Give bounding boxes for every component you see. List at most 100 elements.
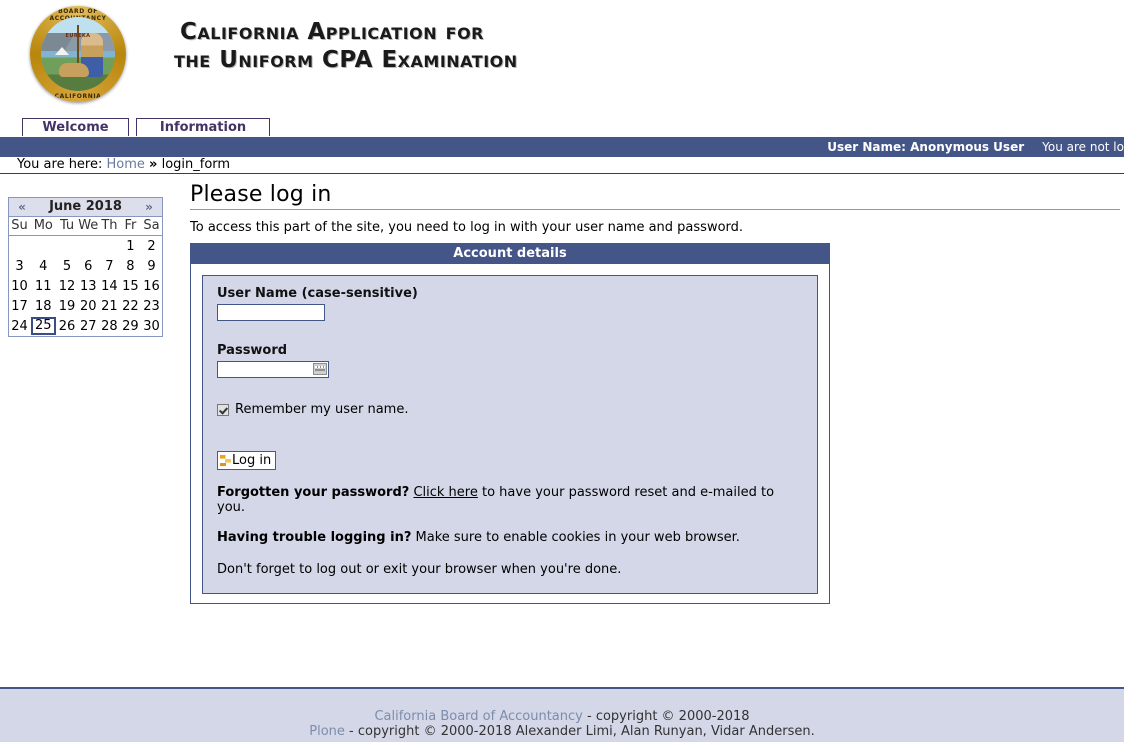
calendar-day-number: 19 (58, 298, 76, 314)
calendar-day-cell[interactable]: 26 (57, 316, 78, 336)
calendar-prev-month-button[interactable]: « (13, 198, 31, 216)
calendar-day-number: 2 (147, 238, 156, 254)
forgot-password-bold: Forgotten your password? (217, 485, 410, 500)
calendar-weekday: We (77, 217, 99, 236)
plone-login-icon (220, 455, 231, 466)
calendar-day-cell[interactable]: 20 (78, 296, 99, 316)
username-input[interactable] (217, 304, 325, 321)
calendar-day-number: 13 (79, 278, 97, 294)
calendar-day-cell[interactable]: 29 (120, 316, 141, 336)
breadcrumb-current: login_form (161, 157, 231, 172)
footer-link-plone[interactable]: Plone (309, 724, 345, 739)
footer-copyright-1: - copyright © 2000-2018 (587, 709, 750, 724)
calendar-day-cell[interactable]: 24 (9, 316, 30, 336)
login-submit-label: Log in (232, 453, 272, 468)
calendar-day-number: 25 (31, 317, 56, 335)
personal-tools-bar: User Name: Anonymous User You are not lo (0, 137, 1124, 157)
calendar-week-row: 10 11 12 13 14 15 16 (9, 276, 162, 296)
calendar-day-cell[interactable]: 17 (9, 296, 30, 316)
calendar-day-number: 23 (143, 298, 160, 314)
calendar-weekday: Tu (56, 217, 78, 236)
calendar-day-cell[interactable]: 2 (141, 236, 162, 257)
calendar-day-cell[interactable]: 6 (78, 256, 99, 276)
login-submit-button[interactable]: Log in (217, 451, 277, 470)
calendar-day-number: 16 (143, 278, 160, 294)
calendar-day-number: 14 (101, 278, 118, 294)
calendar-day-number: 22 (122, 298, 139, 314)
calendar-day-number: 21 (101, 298, 118, 314)
calendar-day-cell[interactable]: 16 (141, 276, 162, 296)
calendar-day-cell[interactable]: 23 (141, 296, 162, 316)
forgot-password-text: Forgotten your password? Click here to h… (217, 485, 803, 515)
calendar-day-number: 6 (84, 258, 93, 274)
calendar-day-cell[interactable]: 30 (141, 316, 162, 336)
calendar-day-number: 11 (35, 278, 52, 294)
calendar-day-cell[interactable]: 8 (120, 256, 141, 276)
login-fieldset: User Name (case-sensitive) Password Reme… (202, 275, 818, 594)
remember-username-row[interactable]: Remember my user name. (217, 402, 803, 417)
calendar-week-row: 12 (9, 236, 162, 257)
calendar-day-cell[interactable]: 9 (141, 256, 162, 276)
calendar-empty-cell (30, 236, 57, 257)
calendar-weekday: Su (9, 217, 30, 236)
calendar-day-cell[interactable]: 13 (78, 276, 99, 296)
password-label: Password (217, 343, 288, 358)
keyboard-icon[interactable] (313, 363, 327, 375)
breadcrumb: You are here: Home » login_form (0, 157, 1124, 174)
calendar-weekday: Mo (30, 217, 57, 236)
calendar-day-number: 18 (35, 298, 52, 314)
calendar-day-cell[interactable]: 14 (99, 276, 120, 296)
calendar-week-row: 17 18 19 20 21 22 23 (9, 296, 162, 316)
login-status-text: You are not lo (1042, 140, 1124, 154)
calendar-weekday: Fr (119, 217, 141, 236)
calendar-empty-cell (9, 236, 30, 257)
calendar-day-cell[interactable]: 1 (120, 236, 141, 257)
calendar-month-year-label: June 2018 (49, 199, 122, 214)
calendar-day-cell[interactable]: 12 (57, 276, 78, 296)
seal-inner-scene: EUREKA (41, 17, 115, 91)
calendar-day-number: 12 (58, 278, 76, 294)
calendar-day-number: 30 (143, 318, 160, 334)
calendar-day-cell[interactable]: 3 (9, 256, 30, 276)
calendar-day-cell[interactable]: 25 (30, 316, 57, 336)
calendar-day-cell[interactable]: 18 (30, 296, 57, 316)
login-panel-title: Account details (191, 244, 829, 264)
calendar-day-cell[interactable]: 28 (99, 316, 120, 336)
login-panel: Account details User Name (case-sensitiv… (190, 243, 830, 604)
calendar-day-cell[interactable]: 4 (30, 256, 57, 276)
calendar-day-number: 9 (147, 258, 156, 274)
trouble-bold: Having trouble logging in? (217, 530, 412, 545)
tab-welcome[interactable]: Welcome (22, 118, 129, 136)
calendar-weekday: Sa (140, 217, 162, 236)
calendar-day-cell[interactable]: 15 (120, 276, 141, 296)
footer-link-cba[interactable]: California Board of Accountancy (374, 709, 582, 724)
breadcrumb-link-home[interactable]: Home (107, 157, 145, 172)
calendar-portlet: « June 2018 » Su Mo Tu We Th Fr Sa 12345… (8, 197, 163, 337)
calendar-day-cell[interactable]: 27 (78, 316, 99, 336)
calendar-day-cell[interactable]: 11 (30, 276, 57, 296)
calendar-day-cell[interactable]: 21 (99, 296, 120, 316)
global-navigation: Welcome Information (0, 118, 1124, 136)
calendar-next-month-button[interactable]: » (140, 198, 158, 216)
breadcrumb-prefix: You are here: (17, 157, 103, 172)
calendar-day-cell[interactable]: 7 (99, 256, 120, 276)
forgot-password-link[interactable]: Click here (413, 485, 477, 500)
calendar-day-cell[interactable]: 5 (57, 256, 78, 276)
calendar-day-cell[interactable]: 10 (9, 276, 30, 296)
remember-username-checkbox[interactable] (217, 403, 229, 416)
calendar-week-row: 24 25 26 27 28 29 30 (9, 316, 162, 336)
calendar-day-cell[interactable]: 19 (57, 296, 78, 316)
calendar-day-number: 7 (105, 258, 114, 274)
calendar-week-row: 3456789 (9, 256, 162, 276)
footer-line-1: California Board of Accountancy - copyri… (0, 709, 1124, 724)
cba-seal-logo[interactable]: BOARD OF ACCOUNTANCY CALIFORNIA EUREKA (30, 6, 126, 102)
calendar-day-number: 5 (62, 258, 72, 274)
calendar-day-number: 1 (126, 238, 135, 254)
calendar-day-cell[interactable]: 22 (120, 296, 141, 316)
calendar-day-number: 27 (79, 318, 97, 334)
calendar-day-number: 20 (79, 298, 97, 314)
calendar-day-number: 28 (101, 318, 118, 334)
footer-line-2: Plone - copyright © 2000-2018 Alexander … (0, 724, 1124, 739)
tab-information[interactable]: Information (136, 118, 270, 136)
page-description: To access this part of the site, you nee… (190, 220, 744, 235)
